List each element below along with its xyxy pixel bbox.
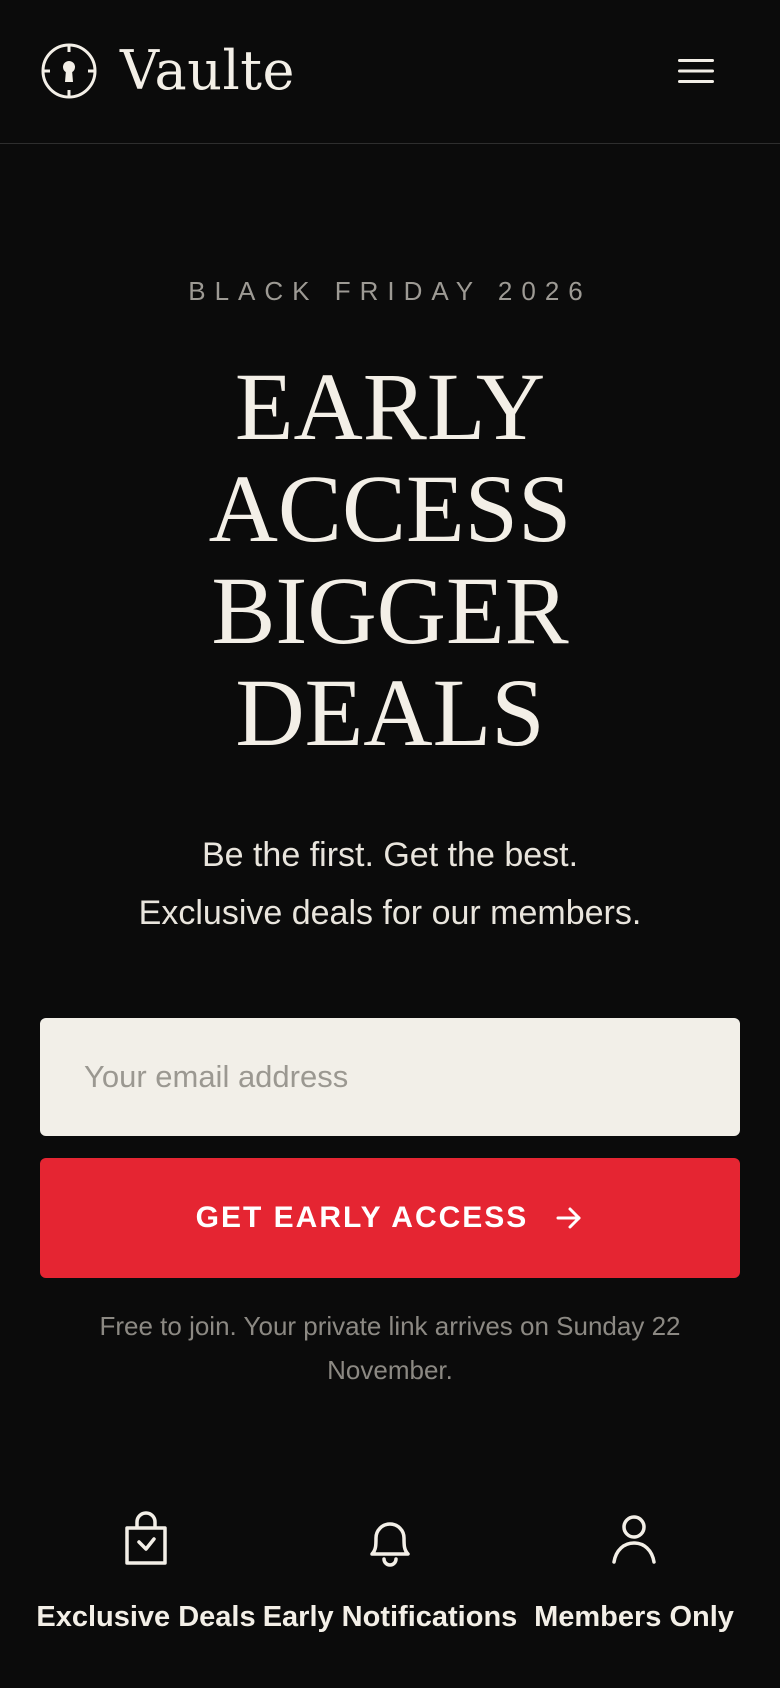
hamburger-menu-icon — [678, 59, 714, 83]
headline-line: BIGGER — [211, 557, 569, 664]
bell-icon — [370, 1522, 410, 1567]
feature-label: Exclusive Deals — [36, 1601, 256, 1633]
cta-label: GET EARLY ACCESS — [195, 1201, 529, 1234]
menu-button[interactable] — [676, 50, 716, 92]
feature-early-notifications: Early Notifications — [260, 1510, 520, 1640]
headline-line: DEALS — [235, 659, 545, 766]
headline: EARLY ACCESS BIGGER DEALS — [0, 356, 780, 764]
subtext-line: Exclusive deals for our members. — [138, 894, 642, 932]
feature-members-only: Members Only — [504, 1510, 764, 1640]
brand-logo[interactable]: Vaulte — [40, 42, 295, 100]
headline-line: ACCESS — [208, 455, 572, 562]
features-row: Exclusive Deals Early Notifications Memb… — [0, 1510, 780, 1688]
headline-line: EARLY — [234, 353, 546, 460]
site-header: Vaulte — [0, 0, 780, 144]
fineprint-text: Free to join. Your private link arrives … — [99, 1311, 681, 1385]
get-early-access-button[interactable]: GET EARLY ACCESS — [40, 1158, 740, 1278]
feature-label: Members Only — [534, 1601, 734, 1633]
keyhole-icon — [41, 43, 97, 99]
user-icon — [612, 1515, 656, 1564]
hero-subtext: Be the first. Get the best. Exclusive de… — [0, 826, 780, 942]
feature-label: Early Notifications — [262, 1601, 518, 1633]
email-input[interactable] — [40, 1018, 740, 1136]
shopping-bag-icon — [125, 1511, 167, 1565]
eyebrow-text: BLACK FRIDAY 2026 — [188, 276, 592, 306]
arrow-right-icon — [556, 1207, 581, 1229]
subtext-line: Be the first. Get the best. — [201, 836, 579, 874]
brand-name: Vaulte — [120, 39, 295, 102]
feature-exclusive-deals: Exclusive Deals — [16, 1510, 276, 1640]
